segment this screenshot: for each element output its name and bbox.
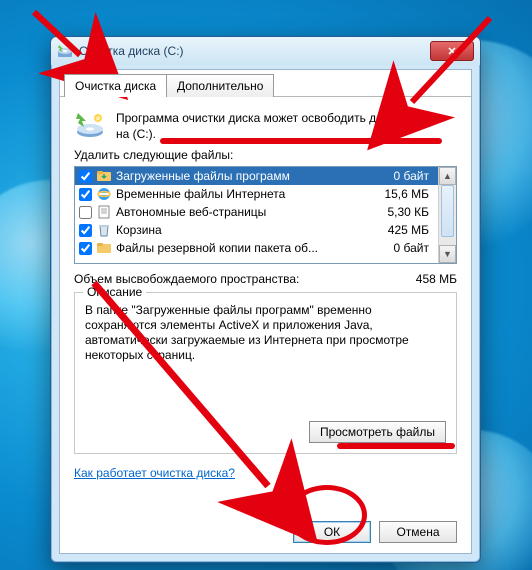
bin-icon — [96, 222, 112, 238]
list-item-checkbox[interactable] — [79, 206, 92, 219]
file-categories-list: Загруженные файлы программ0 байтВременны… — [74, 166, 457, 264]
info-text: Программа очистки диска может освободить… — [116, 110, 427, 142]
info-row: Программа очистки диска может освободить… — [74, 110, 457, 142]
desktop-background: Очистка диска (C:) ✕ Очистка диска Допол… — [0, 0, 532, 570]
list-item-size: 0 байт — [369, 241, 435, 255]
list-item-size: 5,30 КБ — [369, 205, 435, 219]
list-item-name: Файлы резервной копии пакета об... — [116, 241, 369, 255]
total-label: Объем высвобождаемого пространства: — [74, 272, 377, 286]
list-item-size: 15,6 МБ — [369, 187, 435, 201]
ok-button[interactable]: ОК — [293, 521, 371, 543]
description-group: Описание В папке "Загруженные файлы прог… — [74, 292, 457, 454]
total-value: 458 МБ — [377, 272, 457, 286]
ie-icon — [96, 186, 112, 202]
scroll-up-button[interactable]: ▲ — [439, 167, 456, 185]
tab-strip: Очистка диска Дополнительно — [60, 70, 471, 97]
help-link-row: Как работает очистка диска? — [74, 466, 457, 480]
view-files-button[interactable]: Просмотреть файлы — [309, 421, 446, 443]
list-scrollbar[interactable]: ▲ ▼ — [438, 167, 456, 263]
delete-files-label: Удалить следующие файлы: — [74, 148, 457, 162]
scroll-thumb[interactable] — [441, 185, 454, 237]
page-icon — [96, 204, 112, 220]
client-area: Очистка диска Дополнительно Программа оч… — [59, 69, 472, 554]
list-item-size: 0 байт — [369, 169, 435, 183]
list-item-name: Временные файлы Интернета — [116, 187, 369, 201]
window-title: Очистка диска (C:) — [79, 44, 184, 58]
tab-body: Программа очистки диска может освободить… — [60, 96, 471, 553]
folder-down-icon — [96, 168, 112, 184]
chevron-up-icon: ▲ — [443, 171, 452, 181]
cancel-button[interactable]: Отмена — [379, 521, 457, 543]
tab-label: Дополнительно — [177, 79, 263, 93]
button-label: Отмена — [396, 525, 439, 539]
how-cleanup-works-link[interactable]: Как работает очистка диска? — [74, 466, 235, 480]
list-item-checkbox[interactable] — [79, 188, 92, 201]
close-button[interactable]: ✕ — [430, 41, 474, 61]
close-icon: ✕ — [447, 45, 456, 58]
list-item-checkbox[interactable] — [79, 224, 92, 237]
description-text: В папке "Загруженные файлы программ" вре… — [85, 303, 446, 363]
link-text: Как работает очистка диска? — [74, 466, 235, 480]
button-label: ОК — [324, 525, 340, 539]
list-item-name: Загруженные файлы программ — [116, 169, 369, 183]
total-row: Объем высвобождаемого пространства: 458 … — [74, 272, 457, 286]
list-item[interactable]: Автономные веб-страницы5,30 КБ — [75, 203, 439, 221]
tab-label: Очистка диска — [75, 79, 156, 93]
scroll-down-button[interactable]: ▼ — [439, 245, 456, 263]
tab-more-options[interactable]: Дополнительно — [166, 74, 274, 97]
titlebar[interactable]: Очистка диска (C:) ✕ — [51, 37, 480, 65]
description-legend: Описание — [83, 285, 146, 299]
disk-cleanup-large-icon — [74, 110, 106, 142]
tab-cleanup[interactable]: Очистка диска — [64, 74, 167, 97]
list-item-checkbox[interactable] — [79, 242, 92, 255]
info-line2: на (C:). — [116, 126, 427, 142]
disk-cleanup-icon — [57, 43, 73, 59]
list-item[interactable]: Временные файлы Интернета15,6 МБ — [75, 185, 439, 203]
list-item-checkbox[interactable] — [79, 170, 92, 183]
dialog-window: Очистка диска (C:) ✕ Очистка диска Допол… — [50, 36, 481, 563]
info-line1: Программа очистки диска может освободить… — [116, 110, 427, 126]
chevron-down-icon: ▼ — [443, 249, 452, 259]
list-item[interactable]: Загруженные файлы программ0 байт — [75, 167, 439, 185]
button-label: Просмотреть файлы — [320, 425, 435, 439]
list-item[interactable]: Файлы резервной копии пакета об...0 байт — [75, 239, 439, 257]
list-item-name: Автономные веб-страницы — [116, 205, 369, 219]
tab-mask — [65, 96, 165, 97]
list-item-name: Корзина — [116, 223, 369, 237]
list-item-size: 425 МБ — [369, 223, 435, 237]
folder-icon — [96, 240, 112, 256]
list-item[interactable]: Корзина425 МБ — [75, 221, 439, 239]
dialog-button-bar: ОК Отмена — [293, 521, 457, 543]
